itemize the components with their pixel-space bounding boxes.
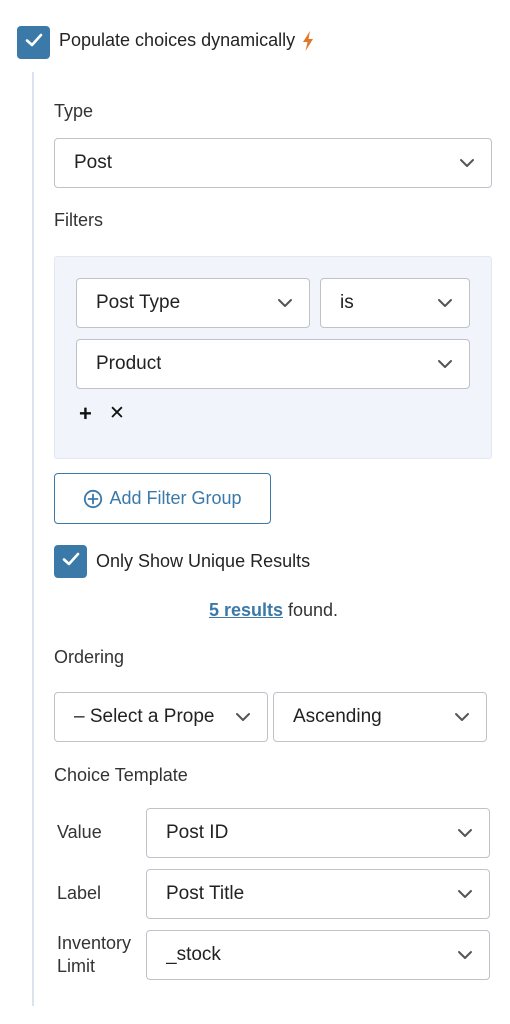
template-inventory-label: Inventory Limit <box>57 933 132 976</box>
filter-operator-value: is <box>340 292 354 313</box>
add-filter-group-label: Add Filter Group <box>109 488 242 508</box>
ordering-property-value: – Select a Prope <box>74 706 215 727</box>
chevron-down-icon <box>454 712 470 722</box>
template-inventory-select[interactable]: _stock <box>146 930 490 980</box>
template-value-selected: Post ID <box>166 822 229 843</box>
checkmark-icon <box>61 549 81 574</box>
chevron-down-icon <box>277 298 293 308</box>
chevron-down-icon <box>457 828 473 838</box>
plus-circle-icon <box>83 489 103 509</box>
filters-label: Filters <box>54 210 103 230</box>
filter-value-value: Product <box>96 353 162 374</box>
chevron-down-icon <box>457 889 473 899</box>
chevron-down-icon <box>437 359 453 369</box>
populate-label: Populate choices dynamically <box>59 30 296 50</box>
ordering-property-select[interactable]: – Select a Prope <box>54 692 268 742</box>
template-label-select[interactable]: Post Title <box>146 869 490 919</box>
unique-results-label: Only Show Unique Results <box>96 551 311 571</box>
filter-value-select[interactable]: Product <box>76 339 470 389</box>
type-label: Type <box>54 101 94 121</box>
results-count: 5 results <box>208 600 283 620</box>
populate-label-row: Populate choices dynamically <box>59 30 315 51</box>
chevron-down-icon <box>459 158 475 168</box>
type-select[interactable]: Post <box>54 138 492 188</box>
filter-field-select[interactable]: Post Type <box>76 278 310 328</box>
results-suffix: found. <box>283 600 339 620</box>
template-label-selected: Post Title <box>166 883 245 904</box>
template-inventory-selected: _stock <box>166 944 221 965</box>
chevron-down-icon <box>235 712 251 722</box>
ordering-label: Ordering <box>54 647 125 667</box>
section-rail <box>32 72 34 1006</box>
chevron-down-icon <box>457 950 473 960</box>
checkmark-icon <box>24 30 44 55</box>
results-link[interactable]: 5 results <box>209 600 283 620</box>
choice-template-label: Choice Template <box>54 765 188 785</box>
results-summary: 5 results found. <box>0 600 510 621</box>
ordering-direction-select[interactable]: Ascending <box>273 692 487 742</box>
remove-filter-icon[interactable]: ✕ <box>109 404 125 423</box>
template-label-label: Label <box>57 883 102 903</box>
template-value-select[interactable]: Post ID <box>146 808 490 858</box>
lightning-bolt-icon <box>301 30 315 51</box>
unique-results-checkbox[interactable] <box>54 545 87 578</box>
ordering-direction-value: Ascending <box>293 706 382 727</box>
filter-operator-select[interactable]: is <box>320 278 470 328</box>
template-value-label: Value <box>57 822 102 842</box>
add-filter-group-button[interactable]: Add Filter Group <box>54 473 271 524</box>
populate-checkbox[interactable] <box>17 26 50 59</box>
add-filter-icon[interactable]: + <box>79 403 92 425</box>
chevron-down-icon <box>437 298 453 308</box>
type-select-value: Post <box>74 152 113 173</box>
filter-field-value: Post Type <box>96 292 181 313</box>
